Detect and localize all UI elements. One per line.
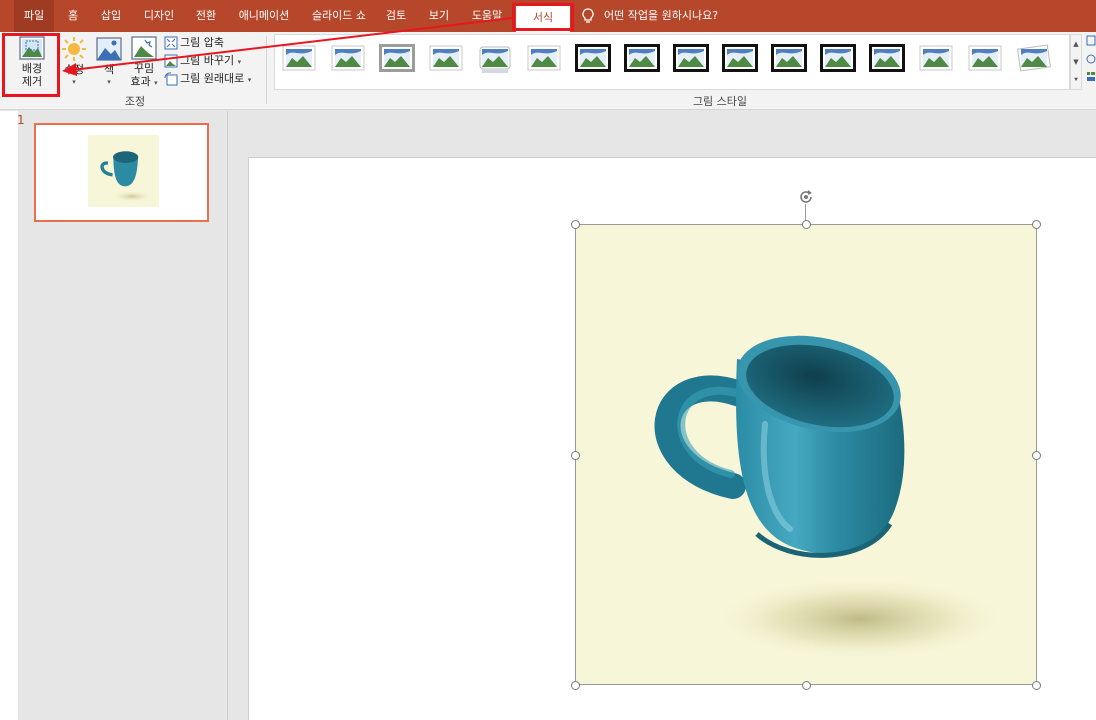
mug-thumbnail-image — [100, 151, 154, 202]
picture-style-beveled-matte-white[interactable] — [330, 44, 366, 74]
picture-effects-icon[interactable] — [1086, 52, 1096, 66]
adjust-group-label: 조정 — [124, 95, 146, 108]
slide-canvas[interactable] — [248, 157, 1096, 720]
corrections-button[interactable]: 수정 ▾ — [58, 36, 90, 92]
resize-handle-top[interactable] — [802, 220, 811, 229]
compress-pictures-button[interactable]: 그림 압축 — [164, 34, 224, 52]
tab-help[interactable]: 도움말 — [464, 0, 510, 32]
tab-file[interactable]: 파일 — [14, 0, 54, 32]
picture-style-metal-frame[interactable] — [379, 44, 415, 74]
resize-handle-bottom[interactable] — [802, 681, 811, 690]
lightbulb-icon[interactable] — [580, 7, 596, 25]
picture-style-simple-frame-black[interactable] — [673, 44, 709, 74]
picture-style-soft-edge-rectangle[interactable] — [526, 44, 562, 74]
picture-style-double-frame-black[interactable] — [575, 44, 611, 74]
change-picture-label: 그림 바꾸기 — [180, 54, 235, 67]
resize-handle-bottom-left[interactable] — [571, 681, 580, 690]
gallery-scroll-up-icon[interactable]: ▲ — [1071, 35, 1081, 53]
slide-thumbnail-pane: 1 — [0, 111, 227, 720]
tell-me-search[interactable]: 어떤 작업을 원하시나요? — [604, 0, 718, 32]
resize-handle-right[interactable] — [1032, 451, 1041, 460]
picture-border-icon[interactable] — [1086, 34, 1096, 48]
color-label: 색 — [103, 63, 115, 76]
format-tab-highlight-box — [512, 3, 574, 31]
corrections-dropdown-icon: ▾ — [72, 78, 76, 86]
picture-style-drop-shadow-rectangle[interactable] — [428, 44, 464, 74]
artistic-effects-label-2: 효과 ▾ — [126, 75, 162, 90]
menu-bar: 파일 홈 삽입 디자인 전환 애니메이션 슬라이드 쇼 검토 보기 도움말 서식… — [0, 0, 1096, 32]
reset-picture-button[interactable]: 그림 원래대로 ▾ — [164, 70, 251, 88]
resize-handle-left[interactable] — [571, 451, 580, 460]
picture-style-reflected-rounded-rectangle[interactable] — [477, 44, 513, 74]
change-picture-icon — [164, 54, 178, 68]
picture-style-simple-frame-black[interactable] — [771, 44, 807, 74]
reset-picture-icon — [164, 72, 178, 86]
resize-handle-bottom-right[interactable] — [1032, 681, 1041, 690]
rotate-handle-icon[interactable] — [797, 188, 815, 206]
tab-design[interactable]: 디자인 — [136, 0, 182, 32]
picture-effects-column — [1086, 34, 1096, 88]
gallery-scroll: ▲ ▼ ⯆ — [1070, 34, 1082, 90]
color-button[interactable]: 색 ▾ — [94, 36, 124, 92]
change-picture-button[interactable]: 그림 바꾸기 ▾ — [164, 52, 241, 70]
compress-label: 그림 압축 — [180, 36, 224, 49]
tab-review[interactable]: 검토 — [380, 0, 412, 32]
reset-picture-dropdown-icon: ▾ — [247, 76, 252, 84]
thumbnail-strip — [0, 111, 18, 720]
picture-style-simple-frame-white[interactable] — [281, 44, 317, 74]
change-picture-dropdown-icon: ▾ — [237, 58, 242, 66]
picture-style-moderate-frame-black[interactable] — [869, 44, 905, 74]
color-dropdown-icon: ▾ — [107, 78, 111, 86]
picture-style-rotated-white[interactable] — [1016, 44, 1052, 74]
resize-handle-top-left[interactable] — [571, 220, 580, 229]
compress-icon — [164, 36, 178, 50]
picture-style-snip-diagonal-corner-white[interactable] — [967, 44, 1003, 74]
artistic-effects-label-2-text: 효과 — [130, 75, 151, 88]
picture-styles-gallery — [274, 34, 1070, 90]
artistic-effects-button[interactable]: 꾸밈 효과 ▾ — [126, 36, 162, 92]
sun-icon — [62, 37, 86, 61]
artistic-effects-dropdown-icon: ▾ — [154, 79, 158, 87]
gallery-scroll-down-icon[interactable]: ▼ — [1071, 53, 1081, 71]
artistic-effects-label-1: 꾸밈 — [133, 62, 155, 75]
slide-thumbnail[interactable] — [34, 123, 209, 222]
tab-view[interactable]: 보기 — [420, 0, 458, 32]
picture-style-thick-matte-black[interactable] — [624, 44, 660, 74]
artistic-effects-icon — [131, 36, 157, 60]
group-separator — [266, 36, 267, 104]
picture-styles-group-label: 그림 스타일 — [692, 95, 748, 108]
slide-number: 1 — [17, 113, 25, 127]
reset-picture-label: 그림 원래대로 — [180, 72, 245, 85]
picture-style-rounded-diagonal-corner-white[interactable] — [918, 44, 954, 74]
tab-slideshow[interactable]: 슬라이드 쇼 — [304, 0, 374, 32]
picture-style-simple-frame-black[interactable] — [722, 44, 758, 74]
slide-editor — [228, 111, 1096, 720]
selection-border — [575, 224, 1037, 685]
remove-background-highlight-box — [2, 33, 60, 97]
thumbnail-picture — [88, 135, 159, 207]
picture-layout-icon[interactable] — [1086, 70, 1096, 84]
picture-color-icon — [96, 37, 122, 61]
picture-style-compound-frame-black[interactable] — [820, 44, 856, 74]
ribbon-format: 배경 제거 수정 ▾ 색 ▾ 꾸밈 효과 ▾ 그림 압축 그림 바꾸기 ▾ 그림… — [0, 32, 1096, 110]
powerpoint-window: 파일 홈 삽입 디자인 전환 애니메이션 슬라이드 쇼 검토 보기 도움말 서식… — [0, 0, 1096, 720]
tab-transitions[interactable]: 전환 — [188, 0, 224, 32]
tab-animations[interactable]: 애니메이션 — [230, 0, 298, 32]
corrections-label: 수정 — [63, 63, 85, 76]
tab-insert[interactable]: 삽입 — [92, 0, 130, 32]
tab-home[interactable]: 홈 — [60, 0, 86, 32]
gallery-more-icon[interactable]: ⯆ — [1071, 71, 1081, 89]
resize-handle-top-right[interactable] — [1032, 220, 1041, 229]
